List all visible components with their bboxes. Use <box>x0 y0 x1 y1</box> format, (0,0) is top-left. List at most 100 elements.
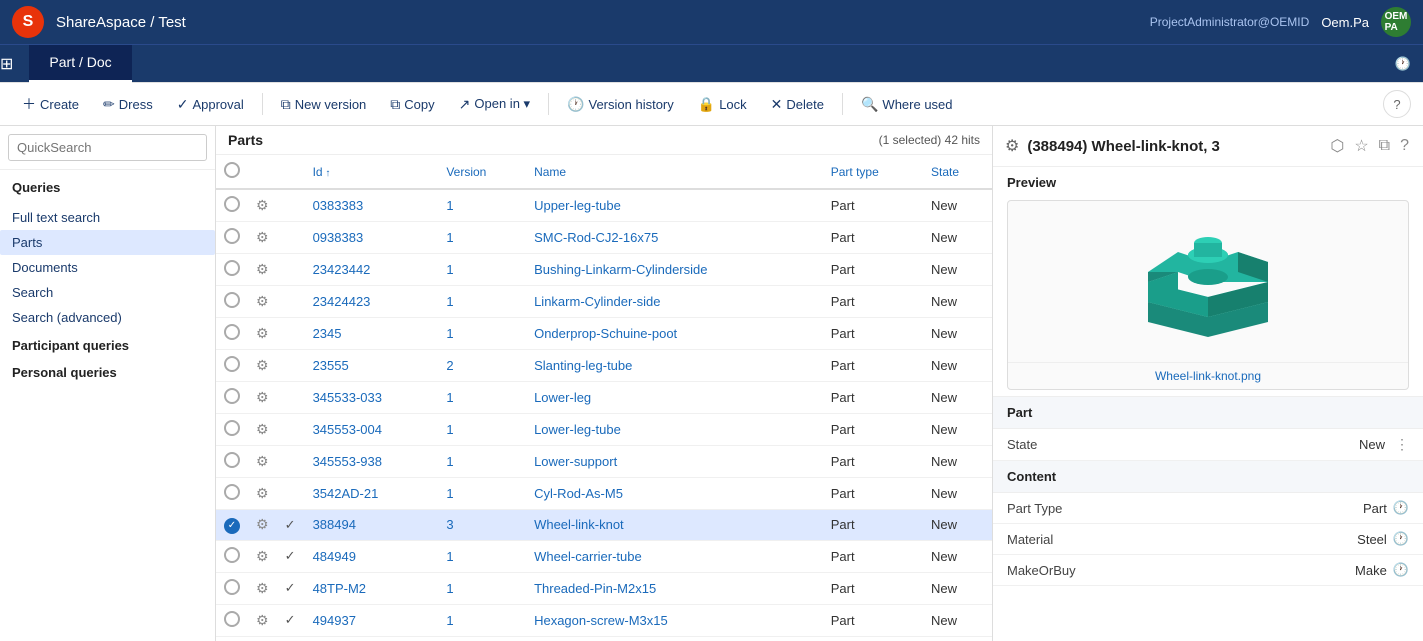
col-header-state[interactable]: State <box>923 155 992 189</box>
lock-button[interactable]: 🔒 Lock <box>688 91 757 118</box>
row-gear-icon[interactable]: ⚙ <box>256 516 269 532</box>
table-row[interactable]: ⚙ ✓ 484949 1 Wheel-carrier-tube Part New <box>216 540 992 572</box>
row-checkbox[interactable] <box>224 356 240 372</box>
row-id[interactable]: 0938383 <box>305 222 439 254</box>
col-header-version[interactable]: Version <box>438 155 526 189</box>
row-name[interactable]: Upper-leg-tube <box>526 189 823 222</box>
open-in-button[interactable]: ↗ Open in ▾ <box>449 91 540 118</box>
approval-button[interactable]: ✓ Approval <box>167 91 254 118</box>
row-version[interactable]: 1 <box>438 189 526 222</box>
row-name[interactable]: SMC-Rod-CJ2-16x75 <box>526 222 823 254</box>
sidebar-item-search-advanced[interactable]: Search (advanced) <box>0 305 215 330</box>
row-name[interactable]: Hexagon-screw-M3x15 <box>526 604 823 636</box>
row-gear-cell[interactable]: ⚙ <box>248 604 277 636</box>
row-checkbox-cell[interactable] <box>216 636 248 641</box>
table-row[interactable]: ⚙ 345553-938 1 Lower-support Part New <box>216 446 992 478</box>
table-row[interactable]: ⚙ 0938383 1 SMC-Rod-CJ2-16x75 Part New <box>216 222 992 254</box>
row-checkbox-cell[interactable] <box>216 189 248 222</box>
row-checkbox-cell[interactable] <box>216 446 248 478</box>
col-header-name[interactable]: Name <box>526 155 823 189</box>
table-row[interactable]: ✓ ⚙ ✓ 388494 3 Wheel-link-knot Part New <box>216 510 992 541</box>
row-checkbox-cell[interactable] <box>216 222 248 254</box>
new-version-button[interactable]: ⧉ New version <box>271 91 377 118</box>
row-gear-icon[interactable]: ⚙ <box>256 548 269 564</box>
row-id[interactable]: 484949 <box>305 540 439 572</box>
make-or-buy-history-button[interactable]: 🕐 <box>1393 562 1409 578</box>
table-row[interactable]: ⚙ 0383383 1 Upper-leg-tube Part New <box>216 189 992 222</box>
detail-gear-icon[interactable]: ⚙ <box>1005 136 1019 156</box>
create-button[interactable]: ＋ Create <box>12 89 89 119</box>
table-row[interactable]: ⚙ 345533-033 1 Lower-leg Part New <box>216 382 992 414</box>
grid-icon[interactable]: ⊞ <box>0 54 13 74</box>
row-name[interactable]: Threaded-Pin-M2x15 <box>526 572 823 604</box>
col-header-checkbox[interactable] <box>216 155 248 189</box>
row-version[interactable]: 1 <box>438 222 526 254</box>
col-header-part-type[interactable]: Part type <box>823 155 923 189</box>
row-version[interactable]: 2 <box>438 636 526 641</box>
row-gear-icon[interactable]: ⚙ <box>256 485 269 501</box>
row-checkbox[interactable] <box>224 547 240 563</box>
where-used-button[interactable]: 🔍 Where used <box>851 91 963 118</box>
row-version[interactable]: 2 <box>438 350 526 382</box>
row-version[interactable]: 1 <box>438 572 526 604</box>
copy-button[interactable]: ⧉ Copy <box>380 91 444 118</box>
detail-copy-button[interactable]: ⧉ <box>1377 134 1392 158</box>
row-checkbox-cell[interactable] <box>216 572 248 604</box>
col-header-id[interactable]: Id <box>305 155 439 189</box>
sidebar-item-documents[interactable]: Documents <box>0 255 215 280</box>
row-gear-icon[interactable]: ⚙ <box>256 389 269 405</box>
app-logo[interactable]: S <box>12 6 44 38</box>
preview-filename[interactable]: Wheel-link-knot.png <box>1008 362 1408 389</box>
row-name[interactable]: Wheel-link-knot <box>526 510 823 541</box>
row-id[interactable]: 345553-004 <box>305 414 439 446</box>
row-id[interactable]: 345553-938 <box>305 446 439 478</box>
row-version[interactable]: 1 <box>438 318 526 350</box>
row-gear-icon[interactable]: ⚙ <box>256 293 269 309</box>
row-id[interactable]: 345533-033 <box>305 382 439 414</box>
row-version[interactable]: 1 <box>438 286 526 318</box>
quick-search-input[interactable] <box>8 134 207 161</box>
row-checkbox-cell[interactable] <box>216 286 248 318</box>
row-gear-cell[interactable]: ⚙ <box>248 350 277 382</box>
detail-export-button[interactable]: ⬡ <box>1328 134 1346 158</box>
row-gear-cell[interactable]: ⚙ <box>248 572 277 604</box>
row-checkbox-cell[interactable] <box>216 318 248 350</box>
row-name[interactable]: Wheel-carrier-tube <box>526 540 823 572</box>
row-gear-cell[interactable]: ⚙ <box>248 510 277 541</box>
row-gear-cell[interactable]: ⚙ <box>248 446 277 478</box>
version-history-button[interactable]: 🕐 Version history <box>557 91 684 118</box>
row-gear-cell[interactable]: ⚙ <box>248 636 277 641</box>
sidebar-item-search[interactable]: Search <box>0 280 215 305</box>
row-version[interactable]: 1 <box>438 478 526 510</box>
row-version[interactable]: 1 <box>438 414 526 446</box>
row-checkbox[interactable] <box>224 452 240 468</box>
row-gear-icon[interactable]: ⚙ <box>256 453 269 469</box>
row-gear-cell[interactable]: ⚙ <box>248 414 277 446</box>
row-id[interactable]: 388494 <box>305 510 439 541</box>
row-name[interactable]: Bushing-Linkarm-Cylinderside <box>526 254 823 286</box>
row-gear-icon[interactable]: ⚙ <box>256 421 269 437</box>
row-id[interactable]: 52455 <box>305 636 439 641</box>
row-checkbox-cell[interactable] <box>216 382 248 414</box>
row-id[interactable]: 0383383 <box>305 189 439 222</box>
row-gear-cell[interactable]: ⚙ <box>248 254 277 286</box>
row-gear-icon[interactable]: ⚙ <box>256 325 269 341</box>
row-name[interactable]: Rovennron-Schuine-poot <box>526 636 823 641</box>
row-checkbox[interactable] <box>224 196 240 212</box>
row-gear-cell[interactable]: ⚙ <box>248 286 277 318</box>
part-type-history-button[interactable]: 🕐 <box>1393 500 1409 516</box>
row-name[interactable]: Slanting-leg-tube <box>526 350 823 382</box>
row-id[interactable]: 23424423 <box>305 286 439 318</box>
row-checkbox-cell[interactable] <box>216 414 248 446</box>
history-icon[interactable]: 🕐 <box>1395 56 1411 72</box>
row-gear-cell[interactable]: ⚙ <box>248 382 277 414</box>
delete-button[interactable]: ✕ Delete <box>761 91 834 118</box>
row-id[interactable]: 3542AD-21 <box>305 478 439 510</box>
row-checkbox[interactable] <box>224 579 240 595</box>
select-all-checkbox[interactable] <box>224 162 240 178</box>
row-name[interactable]: Lower-support <box>526 446 823 478</box>
row-version[interactable]: 1 <box>438 382 526 414</box>
state-menu-button[interactable]: ⋮ <box>1395 436 1409 453</box>
row-id[interactable]: 494937 <box>305 604 439 636</box>
part-doc-tab[interactable]: Part / Doc <box>29 45 131 83</box>
